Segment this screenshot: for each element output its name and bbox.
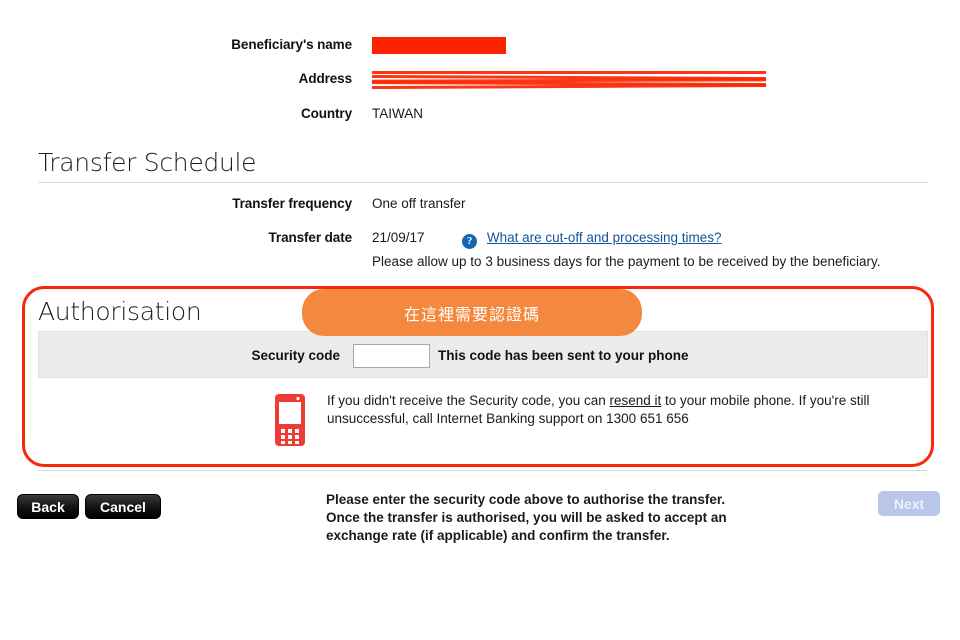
footer-note-line-1: Please enter the security code above to … bbox=[326, 492, 726, 507]
resend-instructions: If you didn't receive the Security code,… bbox=[327, 392, 887, 428]
transfer-date-value: 21/09/17 bbox=[372, 230, 425, 245]
beneficiary-country-row: Country TAIWAN bbox=[0, 105, 960, 123]
footer-instructions: Please enter the security code above to … bbox=[326, 491, 746, 545]
beneficiary-name-value bbox=[372, 36, 506, 54]
cutoff-times-link[interactable]: What are cut-off and processing times? bbox=[487, 230, 722, 245]
back-button[interactable]: Back bbox=[17, 494, 79, 519]
transfer-date-label: Transfer date bbox=[268, 230, 353, 245]
cancel-button[interactable]: Cancel bbox=[85, 494, 161, 519]
beneficiary-country-label: Country bbox=[300, 106, 352, 121]
redaction-block-name bbox=[372, 37, 506, 54]
security-code-sent-hint: This code has been sent to your phone bbox=[438, 348, 689, 363]
beneficiary-address-label: Address bbox=[298, 71, 352, 86]
security-code-label: Security code bbox=[251, 348, 340, 363]
transfer-frequency-row: Transfer frequency One off transfer bbox=[0, 195, 960, 213]
info-icon[interactable]: ? bbox=[462, 234, 478, 249]
next-button[interactable]: Next bbox=[878, 491, 940, 516]
mobile-phone-icon bbox=[275, 394, 305, 446]
redaction-scribble-address: N bbox=[372, 71, 766, 90]
orange-callout-annotation: 在這裡需要認證碼 bbox=[302, 289, 642, 336]
transfer-date-row: Transfer date 21/09/17 ? What are cut-of… bbox=[0, 229, 960, 249]
resend-it-link[interactable]: resend it bbox=[610, 393, 662, 408]
resend-text-before: If you didn't receive the Security code,… bbox=[327, 393, 610, 408]
transfer-schedule-heading: Transfer Schedule bbox=[38, 148, 257, 177]
authorisation-heading: Authorisation bbox=[38, 297, 202, 326]
beneficiary-name-label: Beneficiary's name bbox=[231, 37, 352, 52]
transfer-processing-note: Please allow up to 3 business days for t… bbox=[372, 254, 881, 269]
transfer-schedule-divider bbox=[38, 182, 928, 183]
transfer-frequency-label: Transfer frequency bbox=[232, 196, 352, 211]
transfer-date-value-group: 21/09/17 ? What are cut-off and processi… bbox=[372, 229, 721, 249]
security-code-input[interactable] bbox=[353, 344, 430, 368]
beneficiary-name-row: Beneficiary's name bbox=[0, 36, 960, 54]
footer-note-line-3: exchange rate (if applicable) and confir… bbox=[326, 528, 670, 543]
footer-note-line-2: Once the transfer is authorised, you wil… bbox=[326, 510, 727, 525]
transfer-frequency-value: One off transfer bbox=[372, 196, 466, 211]
authorisation-bottom-divider bbox=[38, 470, 928, 471]
beneficiary-address-row: Address N bbox=[0, 70, 960, 90]
beneficiary-address-value: N bbox=[372, 70, 766, 90]
beneficiary-country-value: TAIWAN bbox=[372, 106, 423, 121]
